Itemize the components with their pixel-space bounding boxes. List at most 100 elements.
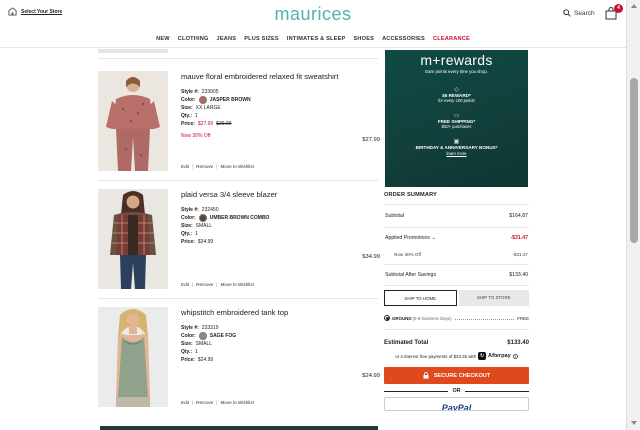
line-total: $27.99: [362, 137, 380, 143]
next-section-banner: [100, 426, 378, 430]
size-value: SMALL: [195, 341, 213, 347]
nav-jeans[interactable]: JEANS: [217, 36, 237, 42]
edit-link[interactable]: Edit: [181, 400, 189, 405]
info-icon[interactable]: i: [512, 353, 518, 359]
move-to-wishlist-link[interactable]: Move to Wishlist: [220, 282, 253, 287]
search-button[interactable]: Search: [563, 9, 595, 17]
nav-clearance[interactable]: CLEARANCE: [433, 36, 470, 42]
move-to-wishlist-link[interactable]: Move to Wishlist: [220, 400, 253, 405]
or-label: OR: [452, 388, 461, 394]
edit-link[interactable]: Edit: [181, 282, 189, 287]
radio-selected-icon[interactable]: [384, 315, 390, 321]
main-nav: NEW CLOTHING JEANS PLUS SIZES INTIMATES …: [0, 36, 626, 42]
cart-item: mauve floral embroidered relaxed fit swe…: [98, 71, 380, 175]
size-label: Size:: [181, 341, 193, 347]
site-logo[interactable]: maurices: [0, 4, 626, 25]
qty-label: Qty.:: [181, 113, 193, 119]
remove-link[interactable]: Remove: [196, 400, 213, 405]
cart-item: plaid versa 3/4 sleeve blazer Style #: 23…: [98, 189, 380, 293]
move-to-wishlist-link[interactable]: Move to Wishlist: [220, 164, 253, 169]
product-name[interactable]: plaid versa 3/4 sleeve blazer: [181, 189, 379, 200]
promotions-label: Applied Promotions: [385, 235, 430, 241]
divider: [384, 329, 529, 330]
nav-plus-sizes[interactable]: PLUS SIZES: [244, 36, 279, 42]
product-image[interactable]: [98, 71, 168, 171]
qty-value[interactable]: 1: [195, 112, 198, 120]
item-info: plaid versa 3/4 sleeve blazer Style #: 23…: [181, 189, 379, 246]
item-meta: Style #: 232450 Color: UMBER BROWN COMBO S…: [181, 206, 379, 246]
nav-new[interactable]: NEW: [156, 36, 170, 42]
afterpay-brand: Afterpay: [488, 353, 511, 359]
scroll-up-arrow-icon[interactable]: [631, 4, 637, 8]
size-label: Size:: [181, 223, 193, 229]
price-value: $24.99: [197, 357, 214, 363]
shipping-method: GROUND: [392, 315, 412, 321]
secure-checkout-button[interactable]: SECURE CHECKOUT: [384, 367, 529, 384]
product-name[interactable]: mauve floral embroidered relaxed fit swe…: [181, 71, 379, 82]
bag-count-badge: 4: [614, 4, 623, 13]
subtotal-after-row: Subtotal After Savings $133.40: [384, 265, 529, 285]
afterpay-logo-icon: ↻: [478, 352, 487, 360]
reward-icon: ◇: [454, 87, 459, 93]
scroll-down-arrow-icon[interactable]: [631, 421, 637, 425]
shipping-price: FREE: [517, 315, 529, 321]
paypal-button[interactable]: PayPal: [384, 397, 529, 411]
price-value: $34.99: [197, 239, 214, 245]
color-value: JASPER BROWN: [209, 97, 251, 103]
item-meta: Style #: 233319 Color: SAGE FOG Size: SMALL…: [181, 324, 379, 364]
page-scrollbar[interactable]: [626, 0, 640, 430]
learn-more-link[interactable]: learn more: [385, 151, 528, 156]
nav-intimates-sleep[interactable]: INTIMATES & SLEEP: [287, 36, 346, 42]
style-number: 232450: [201, 207, 219, 213]
original-price: $39.99: [216, 121, 232, 127]
product-name[interactable]: whipstitch embroidered tank top: [181, 307, 379, 318]
shipping-days: (5-8 business Days): [412, 315, 452, 321]
rewards-benefit: ▣ BIRTHDAY & ANNIVERSARY BONUS* learn mo…: [385, 139, 528, 156]
color-swatch: [198, 214, 207, 222]
price-label: Price:: [181, 357, 195, 363]
size-value: SMALL: [195, 223, 213, 229]
subtotal-value: $164.87: [509, 213, 528, 219]
edit-link[interactable]: Edit: [181, 164, 189, 169]
item-info: mauve floral embroidered relaxed fit swe…: [181, 71, 379, 139]
nav-accessories[interactable]: ACCESSORIES: [382, 36, 425, 42]
product-image[interactable]: [98, 307, 168, 407]
search-icon: [563, 9, 571, 17]
previous-item-image: [98, 49, 168, 53]
color-swatch: [198, 332, 207, 340]
promo-label: Now 30% Off: [181, 133, 211, 139]
nav-clothing[interactable]: CLOTHING: [178, 36, 209, 42]
estimated-total-label: Estimated Total: [384, 340, 429, 346]
benefit-detail: $50+ purchases: [441, 124, 472, 129]
promotions-row[interactable]: Applied Promotions ⌄ -$31.47: [384, 228, 529, 248]
line-total: $24.99: [362, 373, 380, 379]
gift-icon: ▣: [453, 139, 460, 145]
price-label: Price:: [181, 121, 195, 127]
qty-value[interactable]: 1: [195, 348, 198, 356]
scrollbar-thumb[interactable]: [630, 78, 638, 243]
afterpay-text: or 4 interest free payments of $33.35 wi…: [395, 353, 477, 359]
promotion-detail-label: Now 30% Off: [394, 251, 421, 257]
truck-icon: ▭: [453, 113, 460, 119]
remove-link[interactable]: Remove: [196, 282, 213, 287]
tab-ship-to-home[interactable]: SHIP TO HOME: [384, 290, 457, 306]
promotion-detail-row: Now 30% Off -$31.47: [384, 248, 529, 260]
qty-label: Qty.:: [181, 231, 193, 237]
remove-link[interactable]: Remove: [196, 164, 213, 169]
shopping-bag-button[interactable]: 4: [605, 4, 623, 21]
item-divider: [98, 298, 378, 299]
chevron-down-icon[interactable]: ⌄: [431, 235, 435, 241]
nav-shoes[interactable]: SHOES: [353, 36, 374, 42]
shipping-option-ground[interactable]: GROUND (5-8 business Days) FREE: [384, 315, 529, 321]
paypal-logo: PayPal: [441, 403, 472, 411]
rewards-benefit: ▭ FREE SHIPPING* $50+ purchases: [385, 113, 528, 129]
product-image[interactable]: [98, 189, 168, 289]
afterpay-message: or 4 interest free payments of $33.35 wi…: [384, 352, 529, 360]
line-total: $34.99: [362, 254, 380, 260]
item-actions: Edit | Remove | Move to Wishlist: [181, 164, 254, 169]
tab-ship-to-store[interactable]: SHIP TO STORE: [458, 290, 529, 306]
benefit-detail: for every 100 points: [438, 98, 475, 103]
qty-value[interactable]: 1: [195, 230, 198, 238]
rewards-banner[interactable]: m+rewards Earn points every time you sho…: [385, 50, 528, 187]
or-divider: OR: [384, 388, 529, 394]
